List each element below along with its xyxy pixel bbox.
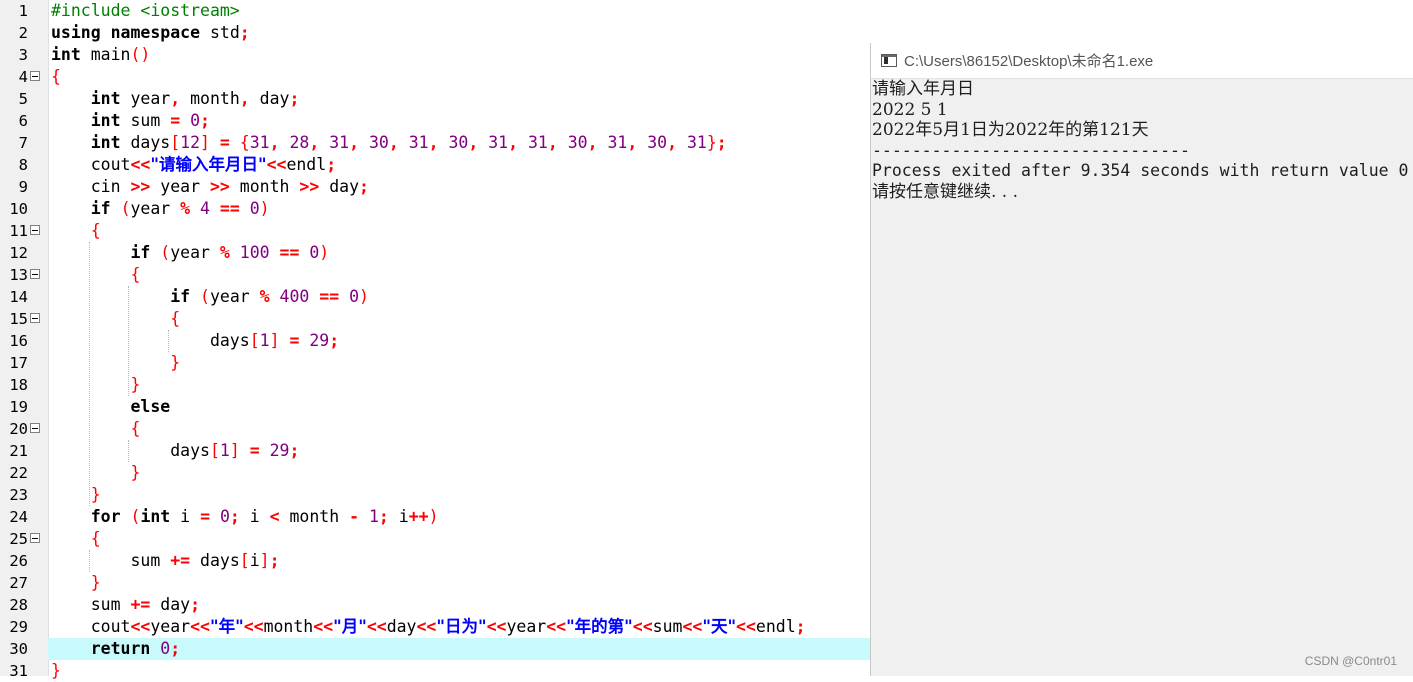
line-number: 13	[9, 266, 28, 284]
line-number: 28	[9, 596, 28, 614]
console-titlebar[interactable]: C:\Users\86152\Desktop\未命名1.exe	[871, 43, 1413, 79]
line-number: 10	[9, 200, 28, 218]
console-line: 2022年5月1日为2022年的第121天	[872, 120, 1149, 140]
line-number: 31	[9, 662, 28, 680]
line-number: 11	[9, 222, 28, 240]
fold-toggle-icon[interactable]	[30, 225, 40, 235]
console-title: C:\Users\86152\Desktop\未命名1.exe	[904, 53, 1154, 70]
console-line: 请输入年月日	[872, 79, 974, 99]
line-number: 5	[18, 90, 28, 108]
watermark: CSDN @C0ntr01	[1304, 654, 1397, 668]
console-app-icon	[881, 54, 897, 67]
line-number: 1	[18, 2, 28, 20]
console-window[interactable]: C:\Users\86152\Desktop\未命名1.exe 请输入年月日 2…	[870, 43, 1413, 676]
console-line: 2022 5 1	[872, 99, 948, 120]
line-number: 20	[9, 420, 28, 438]
console-line: 请按任意键继续. . .	[872, 181, 1019, 202]
line-number: 12	[9, 244, 28, 262]
fold-toggle-icon[interactable]	[30, 423, 40, 433]
line-number: 8	[18, 156, 28, 174]
line-number: 19	[9, 398, 28, 416]
line-number: 26	[9, 552, 28, 570]
line-number: 22	[9, 464, 28, 482]
line-number: 7	[18, 134, 28, 152]
line-number: 29	[9, 618, 28, 636]
line-number: 25	[9, 530, 28, 548]
fold-toggle-icon[interactable]	[30, 71, 40, 81]
fold-toggle-icon[interactable]	[30, 533, 40, 543]
line-number: 9	[18, 178, 28, 196]
fold-toggle-icon[interactable]	[30, 313, 40, 323]
line-number: 17	[9, 354, 28, 372]
line-number: 30	[0, 638, 48, 660]
line-number: 3	[18, 46, 28, 64]
line-number: 14	[9, 288, 28, 306]
line-number: 6	[18, 112, 28, 130]
console-line: Process exited after 9.354 seconds with …	[872, 161, 1409, 180]
code-line[interactable]: 2 using namespace std;	[0, 22, 1413, 44]
line-number: 16	[9, 332, 28, 350]
line-number: 24	[9, 508, 28, 526]
line-number: 4	[18, 68, 28, 86]
line-number: 15	[9, 310, 28, 328]
line-number: 21	[9, 442, 28, 460]
console-separator: --------------------------------	[872, 140, 1190, 160]
console-output: 请输入年月日 2022 5 1 2022年5月1日为2022年的第121天 --…	[871, 79, 1413, 202]
line-number: 18	[9, 376, 28, 394]
fold-toggle-icon[interactable]	[30, 269, 40, 279]
code-line[interactable]: 1 #include <iostream>	[0, 0, 1413, 22]
line-number: 27	[9, 574, 28, 592]
line-number: 23	[9, 486, 28, 504]
line-number: 2	[18, 24, 28, 42]
